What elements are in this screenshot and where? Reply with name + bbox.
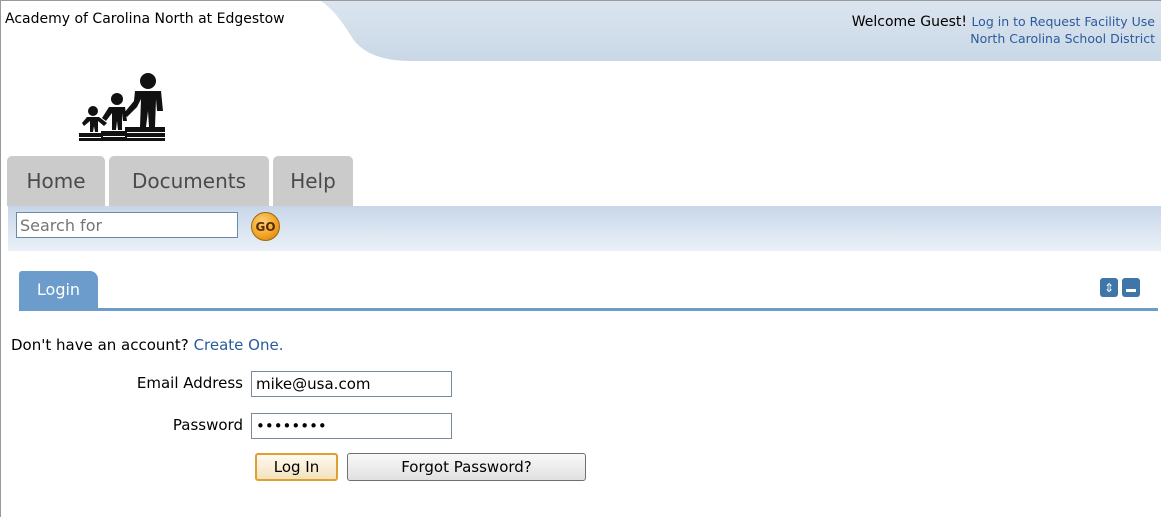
tab-help-label: Help	[290, 169, 336, 193]
create-account-link[interactable]: Create One.	[194, 336, 284, 354]
district-link[interactable]: North Carolina School District	[852, 31, 1155, 47]
tab-home-label: Home	[26, 169, 86, 193]
email-label: Email Address	[136, 374, 243, 392]
tab-documents[interactable]: Documents	[109, 156, 269, 206]
page: Academy of Carolina North at Edgestow We…	[0, 0, 1161, 517]
tab-home[interactable]: Home	[7, 156, 105, 206]
welcome-line: Welcome Guest! Log in to Request Facilit…	[852, 13, 1155, 31]
login-button[interactable]: Log In	[255, 453, 338, 481]
no-account-text: Don't have an account?	[11, 336, 189, 354]
school-name: Academy of Carolina North at Edgestow	[5, 11, 285, 27]
email-field[interactable]	[251, 371, 452, 397]
tab-login[interactable]: Login	[19, 271, 98, 308]
family-logo-icon	[79, 73, 165, 141]
sort-updown-icon[interactable]: ⇕	[1100, 278, 1118, 297]
login-request-link[interactable]: Log in to Request Facility Use	[971, 14, 1155, 29]
password-field[interactable]	[251, 413, 452, 439]
forgot-password-button[interactable]: Forgot Password?	[347, 453, 586, 481]
no-account-line: Don't have an account? Create One.	[11, 336, 283, 354]
tab-help[interactable]: Help	[273, 156, 353, 206]
password-label: Password	[172, 416, 243, 434]
search-bar: GO	[8, 206, 1161, 251]
search-input[interactable]	[16, 212, 238, 238]
welcome-text: Welcome Guest!	[851, 14, 967, 30]
minimize-icon[interactable]	[1122, 278, 1140, 297]
go-button[interactable]: GO	[251, 212, 280, 241]
tab-documents-label: Documents	[131, 169, 247, 193]
header-links: Welcome Guest! Log in to Request Facilit…	[852, 13, 1155, 47]
login-divider	[19, 308, 1158, 311]
